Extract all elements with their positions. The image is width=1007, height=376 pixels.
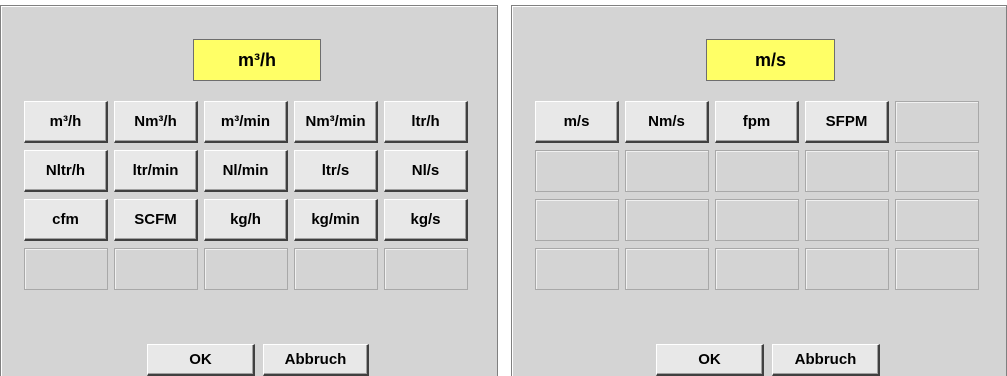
unit-row: cfm SCFM kg/h kg/min kg/s [24, 199, 474, 241]
unit-row: m³/h Nm³/h m³/min Nm³/min ltr/h [24, 101, 474, 143]
empty-unit-slot [625, 150, 709, 192]
cancel-button[interactable]: Abbruch [263, 344, 369, 376]
empty-unit-slot [535, 150, 619, 192]
selected-unit-title: m/s [706, 39, 835, 81]
unit-button[interactable]: Nm³/h [114, 101, 198, 143]
selected-unit-title: m³/h [193, 39, 321, 81]
unit-button[interactable]: ltr/s [294, 150, 378, 192]
unit-row [535, 150, 985, 192]
empty-unit-slot [895, 248, 979, 290]
unit-button[interactable]: kg/min [294, 199, 378, 241]
unit-button[interactable]: m/s [535, 101, 619, 143]
unit-button[interactable]: Nl/s [384, 150, 468, 192]
empty-unit-slot [294, 248, 378, 290]
unit-grid: m³/h Nm³/h m³/min Nm³/min ltr/h Nltr/h ltr/min… [24, 101, 474, 297]
unit-row [535, 199, 985, 241]
ok-button[interactable]: OK [147, 344, 255, 376]
empty-unit-slot [715, 199, 799, 241]
empty-unit-slot [895, 101, 979, 143]
empty-unit-slot [715, 150, 799, 192]
unit-button[interactable]: ltr/h [384, 101, 468, 143]
unit-button[interactable]: Nltr/h [24, 150, 108, 192]
unit-row [24, 248, 474, 290]
unit-button[interactable]: kg/s [384, 199, 468, 241]
unit-button[interactable]: m³/min [204, 101, 288, 143]
empty-unit-slot [715, 248, 799, 290]
empty-unit-slot [204, 248, 288, 290]
empty-unit-slot [535, 248, 619, 290]
empty-unit-slot [625, 248, 709, 290]
cancel-button[interactable]: Abbruch [772, 344, 880, 376]
unit-button[interactable]: ltr/min [114, 150, 198, 192]
unit-button[interactable]: Nl/min [204, 150, 288, 192]
unit-button[interactable]: cfm [24, 199, 108, 241]
unit-button[interactable]: kg/h [204, 199, 288, 241]
empty-unit-slot [24, 248, 108, 290]
unit-row: m/s Nm/s fpm SFPM [535, 101, 985, 143]
empty-unit-slot [805, 150, 889, 192]
unit-button[interactable]: SFPM [805, 101, 889, 143]
unit-grid: m/s Nm/s fpm SFPM [535, 101, 985, 297]
unit-button[interactable]: Nm³/min [294, 101, 378, 143]
velocity-unit-panel: m/s m/s Nm/s fpm SFPM OK Abbruch [511, 5, 1007, 376]
flow-unit-panel: m³/h m³/h Nm³/h m³/min Nm³/min ltr/h Nltr/h lt… [0, 5, 498, 376]
empty-unit-slot [384, 248, 468, 290]
unit-button[interactable]: Nm/s [625, 101, 709, 143]
empty-unit-slot [805, 248, 889, 290]
unit-row [535, 248, 985, 290]
unit-button[interactable]: fpm [715, 101, 799, 143]
empty-unit-slot [535, 199, 619, 241]
ok-button[interactable]: OK [656, 344, 764, 376]
empty-unit-slot [805, 199, 889, 241]
unit-button[interactable]: m³/h [24, 101, 108, 143]
unit-row: Nltr/h ltr/min Nl/min ltr/s Nl/s [24, 150, 474, 192]
unit-button[interactable]: SCFM [114, 199, 198, 241]
empty-unit-slot [114, 248, 198, 290]
empty-unit-slot [625, 199, 709, 241]
empty-unit-slot [895, 150, 979, 192]
empty-unit-slot [895, 199, 979, 241]
